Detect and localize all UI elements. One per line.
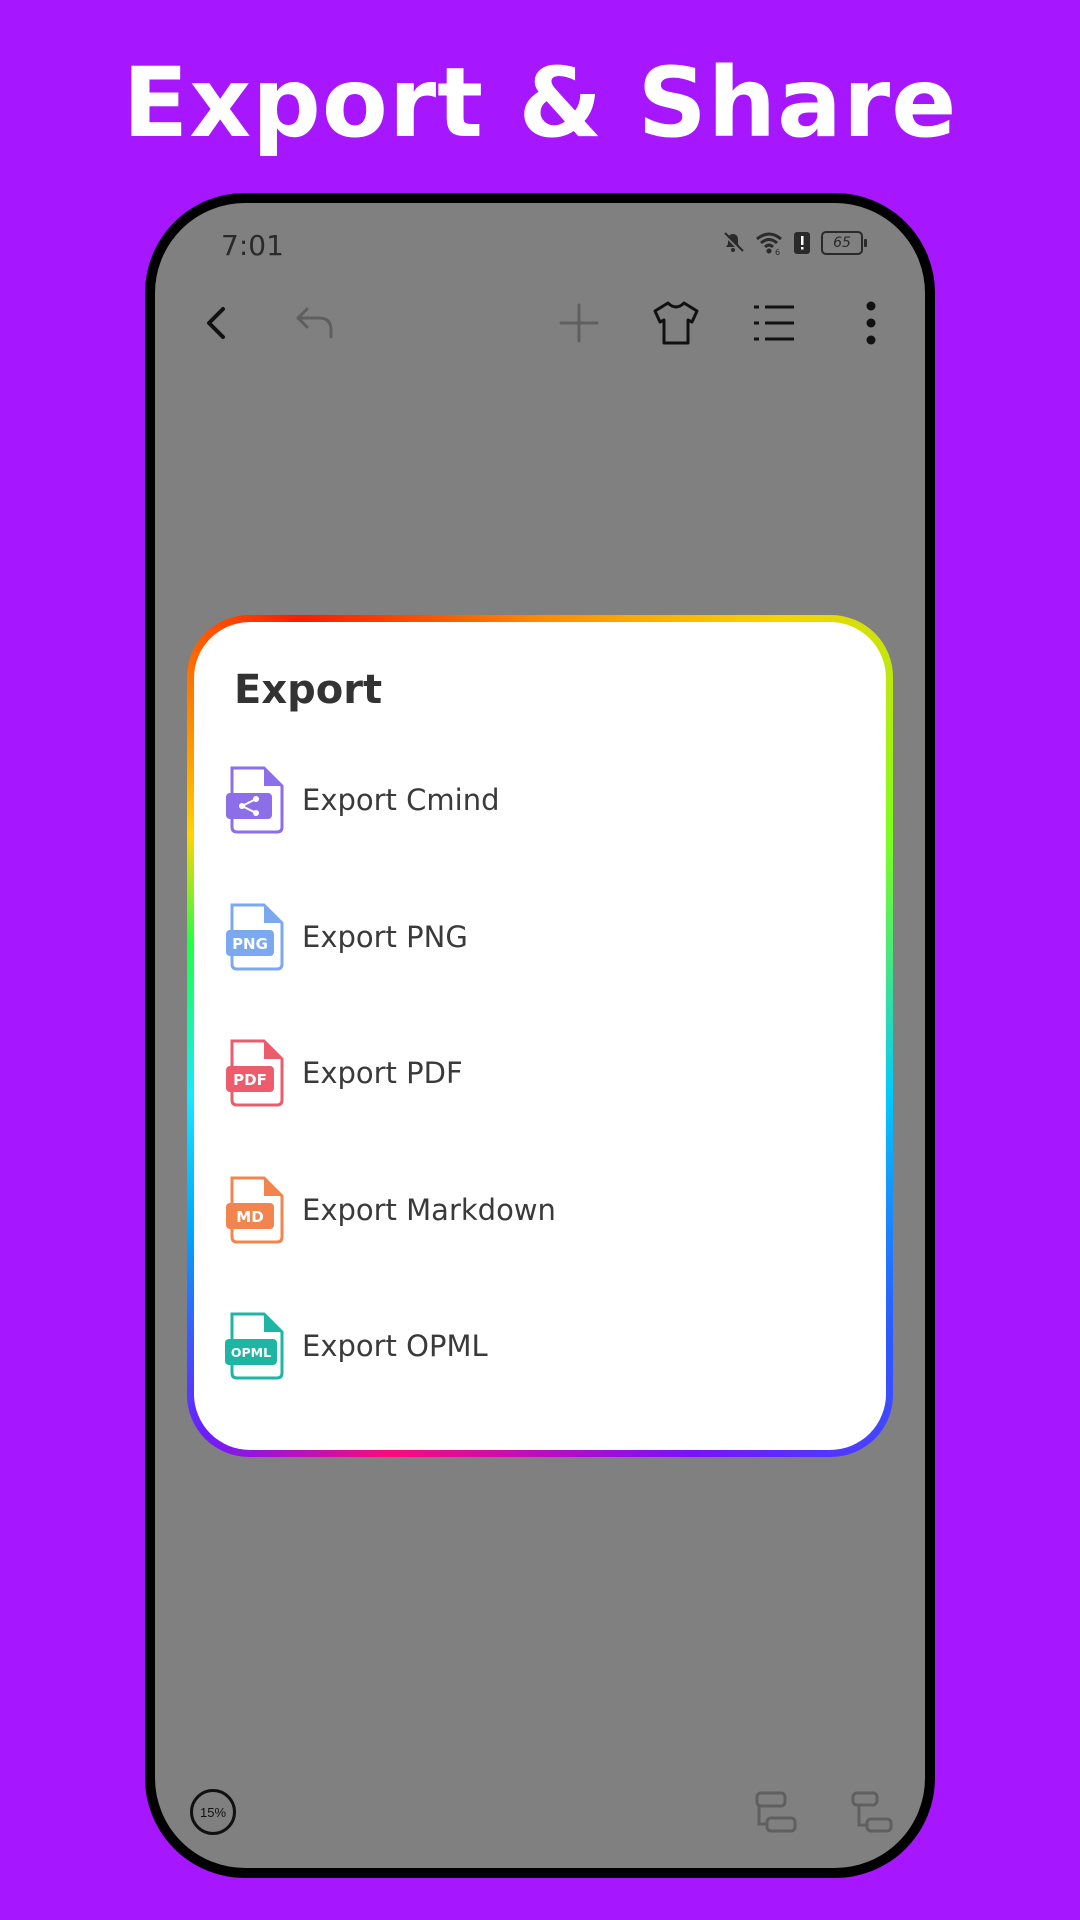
markdown-file-icon: MD [226,1176,284,1244]
export-dialog-frame: Export Export Cmind PNG Export PNG PDF E… [187,615,893,1457]
wifi-icon: 6 [755,231,783,255]
plus-icon [559,303,599,343]
layout-map-icon [755,1791,797,1833]
layout-map-button[interactable] [753,1789,799,1840]
toolbar [155,293,925,373]
export-label: Export Cmind [302,783,500,817]
battery-indicator: 65 [821,231,867,255]
undo-icon [296,307,333,339]
list-icon [754,305,794,341]
bell-muted-icon [721,231,745,255]
export-dialog: Export Export Cmind PNG Export PNG PDF E… [194,622,886,1450]
svg-text:MD: MD [236,1208,263,1226]
layout-tree-icon [851,1791,893,1833]
svg-text:PDF: PDF [233,1071,267,1089]
export-cmind-item[interactable]: Export Cmind [224,760,864,840]
export-label: Export Markdown [302,1193,556,1227]
outline-button[interactable] [744,293,804,353]
more-vertical-icon [866,301,876,345]
status-time: 7:01 [221,229,284,262]
svg-text:OPML: OPML [231,1345,271,1360]
headline: Export & Share [122,47,958,159]
shirt-icon [653,301,699,345]
svg-text:6: 6 [775,248,780,255]
layout-tree-button[interactable] [849,1789,895,1840]
undo-button[interactable] [285,293,345,353]
pdf-file-icon: PDF [226,1039,284,1107]
more-button[interactable] [841,293,901,353]
status-icons: 6 65 [721,231,867,255]
png-file-icon: PNG [226,903,284,971]
export-png-item[interactable]: PNG Export PNG [224,897,864,977]
dialog-title: Export [234,667,383,713]
export-markdown-item[interactable]: MD Export Markdown [224,1170,864,1250]
cmind-file-icon [226,766,284,834]
chevron-left-icon [207,307,225,339]
export-pdf-item[interactable]: PDF Export PDF [224,1033,864,1113]
export-opml-item[interactable]: OPML Export OPML [224,1306,864,1386]
export-label: Export PNG [302,920,468,954]
export-label: Export PDF [302,1056,463,1090]
opml-file-icon: OPML [225,1312,284,1380]
zoom-indicator[interactable]: 15% [190,1789,236,1835]
export-label: Export OPML [302,1329,488,1363]
add-node-button[interactable] [549,293,609,353]
sim-alert-icon [793,231,811,255]
bottom-toolbar [753,1789,895,1840]
svg-text:PNG: PNG [232,935,268,953]
back-button[interactable] [187,293,247,353]
theme-button[interactable] [646,293,706,353]
